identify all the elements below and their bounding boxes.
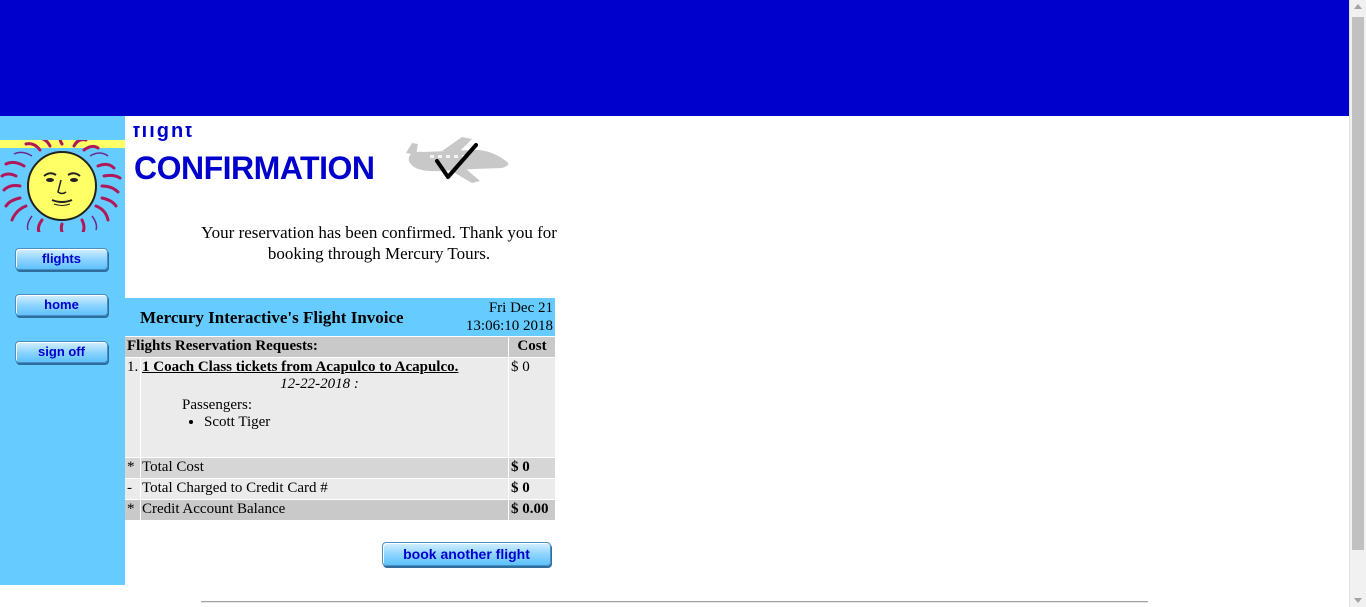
table-row: 1. 1 Coach Class tickets from Acapulco t…	[125, 358, 555, 457]
scrollbar-thumb[interactable]	[1352, 17, 1364, 550]
invoice-time: 13:06:10 2018	[465, 318, 553, 334]
table-row: * Credit Account Balance $ 0.00	[125, 500, 555, 520]
top-banner	[0, 0, 1349, 116]
requests-header: Flights Reservation Requests:	[125, 337, 508, 357]
horizontal-divider	[201, 601, 1148, 603]
total-value: $ 0.00	[509, 500, 555, 520]
total-label: Total Cost	[141, 458, 508, 478]
passengers-label: Passengers:	[182, 397, 252, 413]
invoice-title: Mercury Interactive's Flight Invoice	[140, 308, 404, 327]
invoice-header: Mercury Interactive's Flight Invoice Fri…	[125, 298, 555, 336]
page-subheading: flight	[133, 126, 194, 142]
list-item: Scott Tiger	[204, 414, 507, 431]
total-marker: -	[125, 479, 140, 499]
scroll-down-arrow-icon[interactable]	[1354, 598, 1362, 603]
confirmation-message: Your reservation has been confirmed. Tha…	[201, 223, 557, 263]
table-header-row: Flights Reservation Requests: Cost	[125, 337, 555, 357]
total-marker: *	[125, 458, 140, 478]
item-number: 1.	[125, 358, 140, 457]
item-date: 12-22-2018 :	[280, 376, 359, 392]
book-another-flight-button[interactable]: book another flight	[382, 542, 551, 566]
sign-off-nav-button[interactable]: sign off	[15, 341, 108, 363]
scroll-up-arrow-icon[interactable]	[1354, 4, 1362, 9]
total-value: $ 0	[509, 479, 555, 499]
table-row: * Total Cost $ 0	[125, 458, 555, 478]
invoice-date: Fri Dec 21	[488, 300, 553, 316]
invoice-datetime: Fri Dec 21 13:06:10 2018	[466, 299, 553, 335]
home-nav-button[interactable]: home	[15, 294, 108, 316]
item-cost: $ 0	[509, 358, 555, 457]
page-title: CONFIRMATION	[134, 150, 375, 186]
item-details: 1 Coach Class tickets from Acapulco to A…	[141, 358, 508, 457]
vertical-scrollbar[interactable]	[1349, 0, 1366, 607]
item-description-link[interactable]: 1 Coach Class tickets from Acapulco to A…	[142, 359, 507, 376]
sun-logo-icon	[0, 140, 125, 232]
passenger-list: Scott Tiger	[142, 414, 507, 431]
total-label: Credit Account Balance	[141, 500, 508, 520]
airplane-checkmark-icon	[406, 137, 509, 183]
total-value: $ 0	[509, 458, 555, 478]
flights-nav-button[interactable]: flights	[15, 248, 108, 270]
total-label: Total Charged to Credit Card #	[141, 479, 508, 499]
total-marker: *	[125, 500, 140, 520]
table-row: - Total Charged to Credit Card # $ 0	[125, 479, 555, 499]
cost-header: Cost	[509, 337, 555, 357]
